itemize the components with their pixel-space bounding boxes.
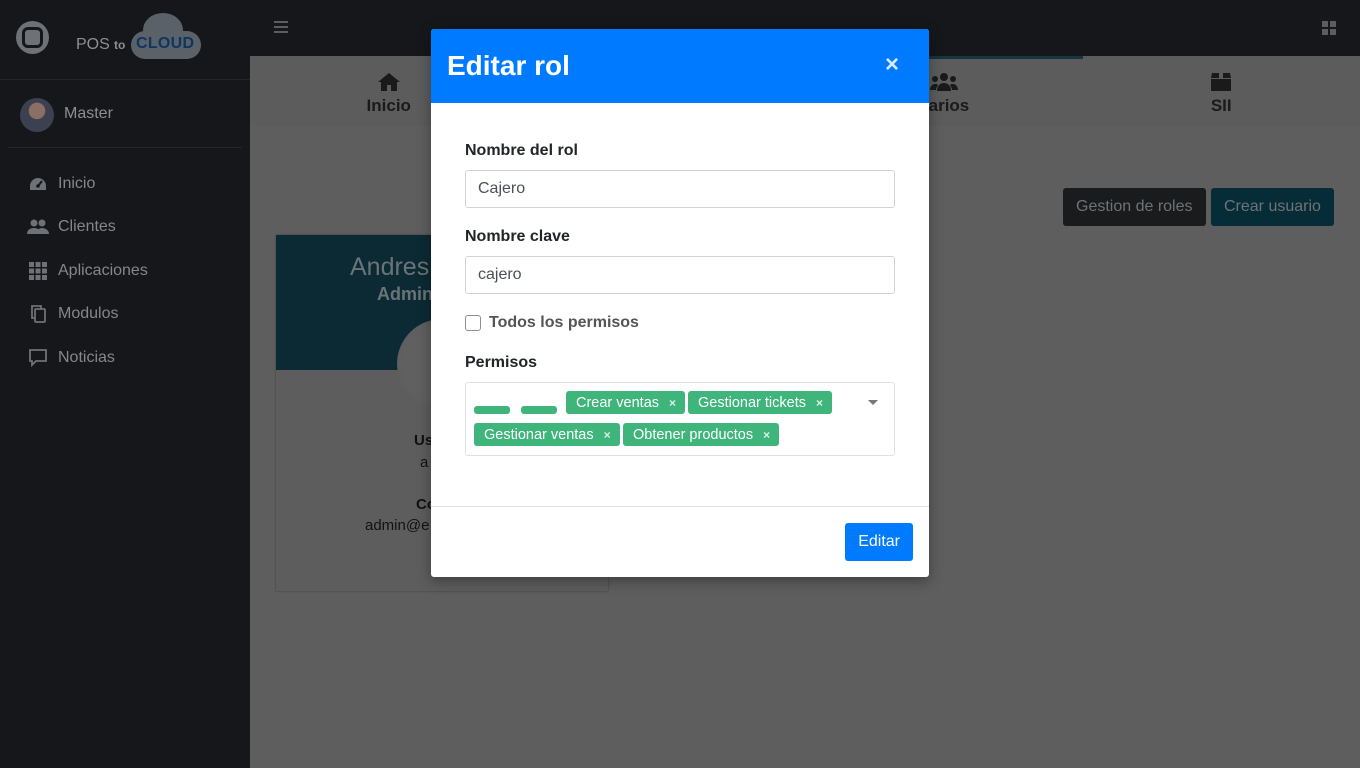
box-icon (1210, 70, 1232, 92)
sidebar-item-label: Clientes (58, 218, 116, 236)
remove-tag-icon[interactable]: × (816, 396, 823, 410)
all-permissions-label: Todos los permisos (489, 314, 639, 331)
sidebar-item-label: Aplicaciones (58, 261, 148, 279)
permission-tag-truncated (521, 406, 557, 414)
apps-grid-icon[interactable] (1322, 21, 1336, 35)
user-card-role: Admin (377, 284, 433, 304)
modal-title: Editar rol (447, 50, 570, 81)
key-name-label: Nombre clave (465, 228, 570, 245)
comment-icon (27, 348, 49, 367)
user-panel[interactable]: Master (8, 80, 242, 148)
sidebar-item-modulos[interactable]: Modulos (0, 293, 250, 337)
home-icon (377, 70, 401, 92)
permissions-label: Permisos (465, 354, 538, 371)
users-icon (27, 218, 49, 236)
all-permissions-row[interactable]: Todos los permisos (465, 314, 639, 332)
tab-label: SII (1210, 95, 1232, 115)
permission-tag-label: Obtener productos (633, 426, 754, 443)
role-name-field[interactable] (465, 170, 895, 208)
permissions-multiselect[interactable]: Crear ventas × Gestionar tickets × Gesti… (465, 382, 895, 456)
brand-text: POS (76, 36, 110, 53)
user-card-contact-value: admin@e (365, 517, 430, 534)
user-name: Master (64, 105, 113, 122)
permission-tag: Gestionar tickets × (688, 391, 833, 414)
grid-apps-icon (27, 261, 49, 280)
modal-footer: Editar (431, 506, 929, 577)
permission-tag-label: Crear ventas (576, 394, 660, 411)
sidebar-item-label: Modulos (58, 305, 119, 323)
copy-files-icon (27, 305, 49, 324)
sidebar-item-clientes[interactable]: Clientes (0, 206, 250, 250)
remove-tag-icon[interactable]: × (669, 396, 676, 410)
sidebar-item-label: Noticias (58, 348, 115, 366)
users-group-icon (929, 70, 958, 92)
tab-sii[interactable]: SII (1083, 56, 1360, 126)
permission-tag: Crear ventas × (566, 391, 686, 414)
user-card-name: Andres (350, 253, 430, 281)
sidebar-nav: Inicio Clientes Aplicaciones Modulos Not… (0, 148, 250, 380)
sidebar-item-inicio[interactable]: Inicio (0, 162, 250, 206)
app-logo-icon (16, 21, 49, 54)
sidebar-item-noticias[interactable]: Noticias (0, 336, 250, 380)
permission-tag: Gestionar ventas × (474, 423, 620, 446)
permission-tag-truncated (474, 406, 510, 414)
menu-toggle-icon[interactable] (274, 21, 288, 33)
avatar (20, 98, 54, 132)
dashboard-gauge-icon (27, 175, 49, 193)
create-user-button[interactable]: Crear usuario (1211, 188, 1334, 226)
sidebar-item-aplicaciones[interactable]: Aplicaciones (0, 249, 250, 293)
sidebar: POS to CLOUD Master Inicio Clientes Apli… (0, 0, 250, 768)
role-name-label: Nombre del rol (465, 142, 578, 159)
chevron-down-icon[interactable] (868, 400, 878, 405)
user-card-user-value: a (420, 454, 429, 471)
all-permissions-checkbox[interactable] (465, 315, 481, 331)
permission-tag-label: Gestionar tickets (698, 394, 806, 411)
remove-tag-icon[interactable]: × (763, 428, 770, 442)
remove-tag-icon[interactable]: × (604, 428, 611, 442)
brand[interactable]: POS to CLOUD (0, 0, 250, 80)
brand-to: to (114, 38, 126, 52)
permission-tag-label: Gestionar ventas (484, 426, 594, 443)
tab-label: Inicio (366, 95, 411, 115)
sidebar-item-label: Inicio (58, 174, 96, 192)
edit-role-modal: Editar rol × Nombre del rol Nombre clave… (431, 29, 929, 577)
modal-header: Editar rol × (431, 29, 929, 103)
manage-roles-button[interactable]: Gestion de roles (1063, 188, 1206, 226)
close-icon[interactable]: × (885, 53, 899, 77)
cloud-logo-icon: CLOUD (131, 13, 201, 61)
brand-cloud-text: CLOUD (136, 35, 195, 52)
edit-submit-button[interactable]: Editar (845, 523, 913, 561)
permission-tag: Obtener productos × (623, 423, 780, 446)
key-name-field[interactable] (465, 256, 895, 294)
